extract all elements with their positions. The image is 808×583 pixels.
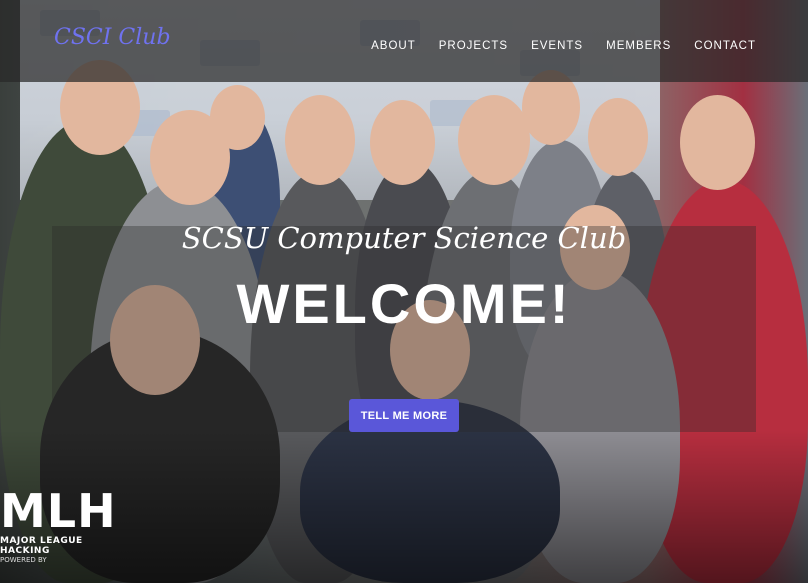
nav-link-events[interactable]: EVENTS <box>531 40 583 52</box>
nav-item-about: ABOUT <box>371 34 416 53</box>
tell-me-more-button[interactable]: TELL ME MORE <box>349 399 459 432</box>
nav-link-contact[interactable]: CONTACT <box>694 40 756 52</box>
brand-logo-link[interactable]: CSCI Club <box>54 25 171 50</box>
mlh-logo-text: MLH <box>0 484 117 538</box>
nav-item-projects: PROJECTS <box>439 34 508 53</box>
nav-link-projects[interactable]: PROJECTS <box>439 40 508 52</box>
photo-vignette <box>0 430 808 583</box>
hero-subtitle: SCSU Computer Science Club <box>181 221 627 255</box>
nav-item-members: MEMBERS <box>606 34 671 53</box>
person-head <box>285 95 355 185</box>
top-navbar: CSCI Club ABOUT PROJECTS EVENTS MEMBERS … <box>0 0 808 82</box>
person-head <box>588 98 648 176</box>
nav-link-members[interactable]: MEMBERS <box>606 40 671 52</box>
person-head <box>370 100 435 185</box>
mlh-tagline: MAJOR LEAGUE HACKING <box>0 536 83 556</box>
person-head <box>150 110 230 205</box>
mlh-badge: MLH MAJOR LEAGUE HACKING POWERED BY <box>0 488 120 583</box>
hero-headline: WELCOME! <box>236 272 572 335</box>
nav-item-events: EVENTS <box>531 34 583 53</box>
nav-menu: ABOUT PROJECTS EVENTS MEMBERS CONTACT <box>371 34 756 53</box>
person-head <box>680 95 755 190</box>
nav-link-about[interactable]: ABOUT <box>371 40 416 52</box>
nav-item-contact: CONTACT <box>694 34 756 53</box>
mlh-powered-by: POWERED BY <box>0 556 47 564</box>
person-head <box>458 95 530 185</box>
